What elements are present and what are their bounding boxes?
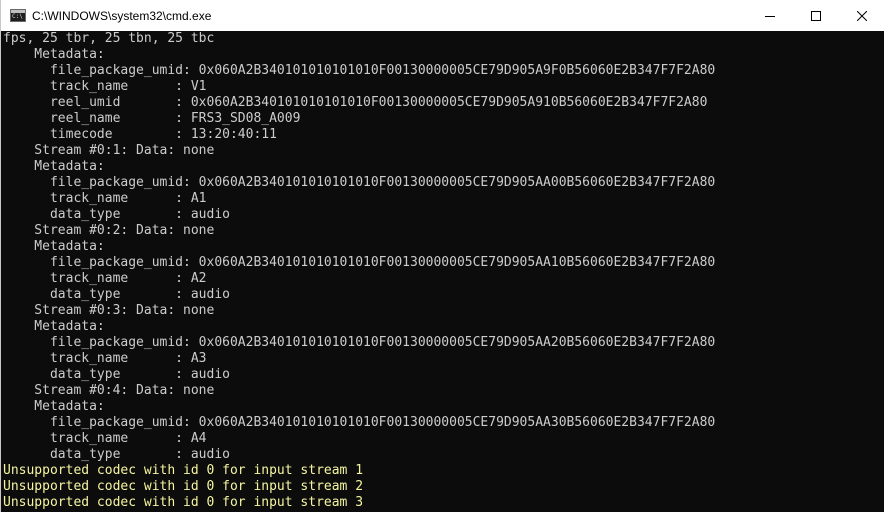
console-warning-line: Unsupported codec with id 0 for input st… xyxy=(3,495,364,510)
console-line: track_name : A3 xyxy=(3,351,207,366)
console-line: file_package_umid: 0x060A2B3401010101010… xyxy=(3,63,716,78)
console-line: file_package_umid: 0x060A2B3401010101010… xyxy=(3,335,716,350)
console-line: track_name : A4 xyxy=(3,431,207,446)
console-line: Stream #0:2: Data: none xyxy=(3,223,215,238)
console-line: reel_umid : 0x060A2B340101010101010F0013… xyxy=(3,95,708,110)
console-line: track_name : A1 xyxy=(3,191,207,206)
console-line: reel_name : FRS3_SD08_A009 xyxy=(3,111,301,126)
minimize-button[interactable] xyxy=(747,0,793,31)
console-line: Metadata: xyxy=(3,159,105,174)
console-warning-line: Unsupported codec with id 0 for input st… xyxy=(3,463,364,478)
title-bar[interactable]: C:\ C:\WINDOWS\system32\cmd.exe xyxy=(1,0,884,31)
console-line: Stream #0:4: Data: none xyxy=(3,383,215,398)
console-line: data_type : audio xyxy=(3,287,230,302)
maximize-button[interactable] xyxy=(793,0,839,31)
console-line: Metadata: xyxy=(3,47,105,62)
minimize-icon xyxy=(765,15,775,17)
console-output[interactable]: fps, 25 tbr, 25 tbn, 25 tbc Metadata: fi… xyxy=(1,31,884,512)
console-line: data_type : audio xyxy=(3,207,230,222)
console-line: file_package_umid: 0x060A2B3401010101010… xyxy=(3,175,716,190)
close-icon xyxy=(857,10,867,21)
console-line: Metadata: xyxy=(3,319,105,334)
console-warning-line: Unsupported codec with id 0 for input st… xyxy=(3,479,364,494)
console-line: Stream #0:1: Data: none xyxy=(3,143,215,158)
console-line: fps, 25 tbr, 25 tbn, 25 tbc xyxy=(3,31,215,46)
console-line: data_type : audio xyxy=(3,367,230,382)
console-line: data_type : audio xyxy=(3,447,230,462)
close-button[interactable] xyxy=(839,0,884,31)
maximize-icon xyxy=(811,10,821,21)
console-line: Stream #0:3: Data: none xyxy=(3,303,215,318)
window-title: C:\WINDOWS\system32\cmd.exe xyxy=(32,8,212,23)
console-line: file_package_umid: 0x060A2B3401010101010… xyxy=(3,255,716,270)
console-line: file_package_umid: 0x060A2B3401010101010… xyxy=(3,415,716,430)
cmd-console-icon[interactable]: C:\ xyxy=(10,9,26,22)
console-line: track_name : V1 xyxy=(3,79,207,94)
caption-buttons xyxy=(747,0,884,31)
console-line: timecode : 13:20:40:11 xyxy=(3,127,277,142)
console-line: Metadata: xyxy=(3,399,105,414)
console-line: track_name : A2 xyxy=(3,271,207,286)
cmd-window: C:\ C:\WINDOWS\system32\cmd.exe fps, 25 xyxy=(0,0,884,512)
console-line: Metadata: xyxy=(3,239,105,254)
